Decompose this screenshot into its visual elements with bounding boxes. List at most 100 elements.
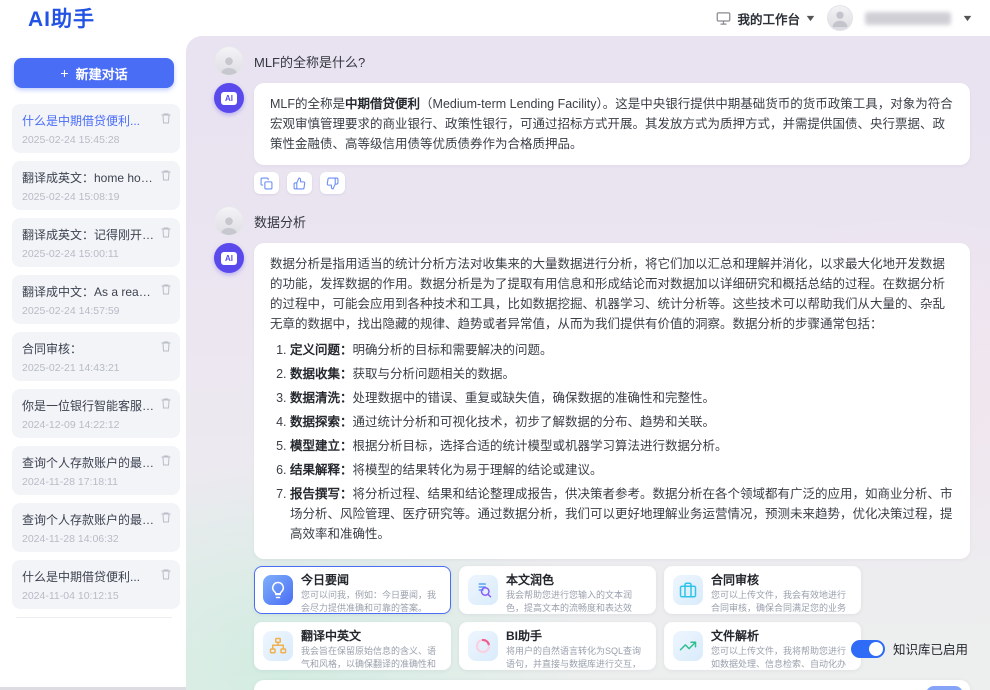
history-title: 查询个人存款账户的最新...	[22, 511, 156, 528]
ai-message-bubble: 数据分析是指用适当的统计分析方法对收集来的大量数据进行分析，将它们加以汇总和理解…	[254, 243, 970, 559]
history-time: 2025-02-24 15:45:28	[22, 134, 156, 146]
trash-icon[interactable]	[160, 340, 172, 352]
card-desc: 我会旨在保留原始信息的含义、语气和风格，以确保翻译的准确性和自然流畅。	[301, 645, 442, 670]
step-item: 数据探索：通过统计分析和可视化技术，初步了解数据的分布、趋势和关联。	[290, 412, 954, 432]
trash-icon[interactable]	[160, 511, 172, 523]
ai-message: AI MLF的全称是中期借贷便利（Medium-term Lending Fac…	[214, 83, 970, 165]
user-message-avatar	[214, 206, 244, 236]
history-title: 你是一位银行智能客服，...	[22, 397, 156, 414]
chevron-down-icon[interactable]	[963, 15, 972, 22]
card-title: 今日要闻	[301, 573, 442, 587]
history-item[interactable]: 什么是中期借贷便利... 2025-02-24 15:45:28	[12, 104, 180, 153]
user-name-redacted	[865, 12, 951, 25]
bulb-icon	[263, 575, 293, 605]
trash-icon[interactable]	[160, 112, 172, 124]
history-time: 2025-02-24 15:08:19	[22, 191, 156, 203]
briefcase-icon	[673, 575, 703, 605]
step-item: 报告撰写：将分析过程、结果和结论整理成报告，供决策者参考。数据分析在各个领域都有…	[290, 484, 954, 544]
thumbs-up-button[interactable]	[287, 172, 312, 194]
ai1-bold-term: 中期借贷便利	[345, 97, 420, 111]
chevron-down-icon	[806, 15, 815, 22]
user-message: MLF的全称是什么?	[214, 46, 970, 76]
user-message-text: 数据分析	[254, 212, 306, 231]
monitor-icon	[716, 11, 731, 26]
sidebar-divider	[16, 617, 172, 618]
knowledge-base-toggle[interactable]: 知识库已启用	[851, 639, 968, 658]
trash-icon[interactable]	[160, 169, 172, 181]
trash-icon[interactable]	[160, 568, 172, 580]
ai2-intro: 数据分析是指用适当的统计分析方法对收集来的大量数据进行分析，将它们加以汇总和理解…	[270, 257, 945, 331]
history-title: 合同审核：	[22, 340, 156, 357]
card-desc: 我会帮助您进行您输入的文本润色，提高文本的流畅度和表达效果。	[506, 589, 647, 614]
card-desc: 您可以上传文件，我将帮助您进行如数据处理、信息检索、自动化办公等。	[711, 645, 852, 670]
card-text-polish[interactable]: 本文润色 我会帮助您进行您输入的文本润色，提高文本的流畅度和表达效果。	[459, 566, 656, 614]
toggle-on-icon[interactable]	[851, 640, 885, 658]
doc-search-icon	[468, 575, 498, 605]
app-header: AI助手 我的工作台	[0, 0, 990, 36]
trash-icon[interactable]	[160, 283, 172, 295]
card-desc: 您可以上传文件，我会有效地进行合同审核，确保合同满足您的业务需求。	[711, 589, 852, 614]
user-avatar[interactable]	[827, 5, 853, 31]
history-item[interactable]: 翻译成英文：记得刚开始... 2025-02-24 15:00:11	[12, 218, 180, 267]
history-time: 2025-02-21 14:43:21	[22, 362, 156, 374]
message-actions	[254, 172, 970, 194]
history-time: 2024-12-09 14:22:12	[22, 419, 156, 431]
card-contract-review[interactable]: 合同审核 您可以上传文件，我会有效地进行合同审核，确保合同满足您的业务需求。	[664, 566, 861, 614]
knowledge-base-label: 知识库已启用	[893, 639, 968, 658]
workspace-label: 我的工作台	[737, 9, 800, 28]
ai-avatar: AI	[214, 243, 244, 273]
plus-icon: +	[60, 65, 68, 81]
user-message-text: MLF的全称是什么?	[254, 52, 365, 71]
history-title: 什么是中期借贷便利...	[22, 568, 156, 585]
card-title: 翻译中英文	[301, 629, 442, 643]
step-item: 结果解释：将模型的结果转化为易于理解的结论或建议。	[290, 460, 954, 480]
history-item[interactable]: 翻译成中文：As a reader... 2025-02-24 14:57:59	[12, 275, 180, 324]
history-title: 什么是中期借贷便利...	[22, 112, 156, 129]
user-message: 数据分析	[214, 206, 970, 236]
user-message-avatar	[214, 46, 244, 76]
trash-icon[interactable]	[160, 397, 172, 409]
ai-message-bubble: MLF的全称是中期借贷便利（Medium-term Lending Facili…	[254, 83, 970, 165]
analysis-steps-list: 定义问题：明确分析的目标和需要解决的问题。 数据收集：获取与分析问题相关的数据。…	[290, 340, 954, 544]
history-item[interactable]: 翻译成英文：home home 2025-02-24 15:08:19	[12, 161, 180, 210]
send-button[interactable]	[926, 686, 963, 690]
history-time: 2025-02-24 15:00:11	[22, 248, 156, 260]
copy-button[interactable]	[254, 172, 279, 194]
ai-message: AI 数据分析是指用适当的统计分析方法对收集来的大量数据进行分析，将它们加以汇总…	[214, 243, 970, 559]
thumbs-down-button[interactable]	[320, 172, 345, 194]
trash-icon[interactable]	[160, 454, 172, 466]
history-title: 翻译成中文：As a reader...	[22, 283, 156, 300]
trend-up-icon	[673, 631, 703, 661]
card-translate[interactable]: 翻译中英文 我会旨在保留原始信息的含义、语气和风格，以确保翻译的准确性和自然流畅…	[254, 622, 451, 670]
card-title: BI助手	[506, 629, 647, 643]
ai-avatar-label: AI	[221, 252, 237, 265]
pie-chart-icon	[468, 631, 498, 661]
step-item: 数据清洗：处理数据中的错误、重复或缺失值，确保数据的准确性和完整性。	[290, 388, 954, 408]
history-time: 2025-02-24 14:57:59	[22, 305, 156, 317]
history-item[interactable]: 什么是中期借贷便利... 2024-11-04 10:12:15	[12, 560, 180, 609]
card-today-news[interactable]: 今日要闻 您可以问我，例如：今日要闻，我会尽力提供准确和可靠的答案。	[254, 566, 451, 614]
step-item: 数据收集：获取与分析问题相关的数据。	[290, 364, 954, 384]
step-item: 定义问题：明确分析的目标和需要解决的问题。	[290, 340, 954, 360]
history-title: 查询个人存款账户的最新...	[22, 454, 156, 471]
trash-icon[interactable]	[160, 226, 172, 238]
feature-cards-section: 今日要闻 您可以问我，例如：今日要闻，我会尽力提供准确和可靠的答案。 本文润色 …	[254, 566, 970, 670]
new-chat-button[interactable]: + 新建对话	[14, 58, 174, 88]
history-item[interactable]: 你是一位银行智能客服，... 2024-12-09 14:22:12	[12, 389, 180, 438]
card-bi-assistant[interactable]: BI助手 将用户的自然语言转化为SQL查询语句，并直接与数据库进行交互，返回智能…	[459, 622, 656, 670]
history-item[interactable]: 查询个人存款账户的最新... 2024-11-28 14:06:32	[12, 503, 180, 552]
history-item[interactable]: 查询个人存款账户的最新... 2024-11-28 17:18:11	[12, 446, 180, 495]
card-title: 合同审核	[711, 573, 852, 587]
ai-avatar: AI	[214, 83, 244, 113]
card-title: 文件解析	[711, 629, 852, 643]
card-file-parse[interactable]: 文件解析 您可以上传文件，我将帮助您进行如数据处理、信息检索、自动化办公等。	[664, 622, 861, 670]
ai1-prefix: MLF的全称是	[270, 97, 345, 111]
workspace-menu[interactable]: 我的工作台	[716, 9, 815, 28]
step-item: 模型建立：根据分析目标，选择合适的统计模型或机器学习算法进行数据分析。	[290, 436, 954, 456]
card-desc: 将用户的自然语言转化为SQL查询语句，并直接与数据库进行交互，返回智能推荐的图表…	[506, 645, 647, 670]
new-chat-label: 新建对话	[76, 64, 128, 83]
history-item[interactable]: 合同审核： 2025-02-21 14:43:21	[12, 332, 180, 381]
app-logo: AI助手	[28, 3, 95, 33]
history-title: 翻译成英文：记得刚开始...	[22, 226, 156, 243]
card-desc: 您可以问我，例如：今日要闻，我会尽力提供准确和可靠的答案。	[301, 589, 442, 614]
